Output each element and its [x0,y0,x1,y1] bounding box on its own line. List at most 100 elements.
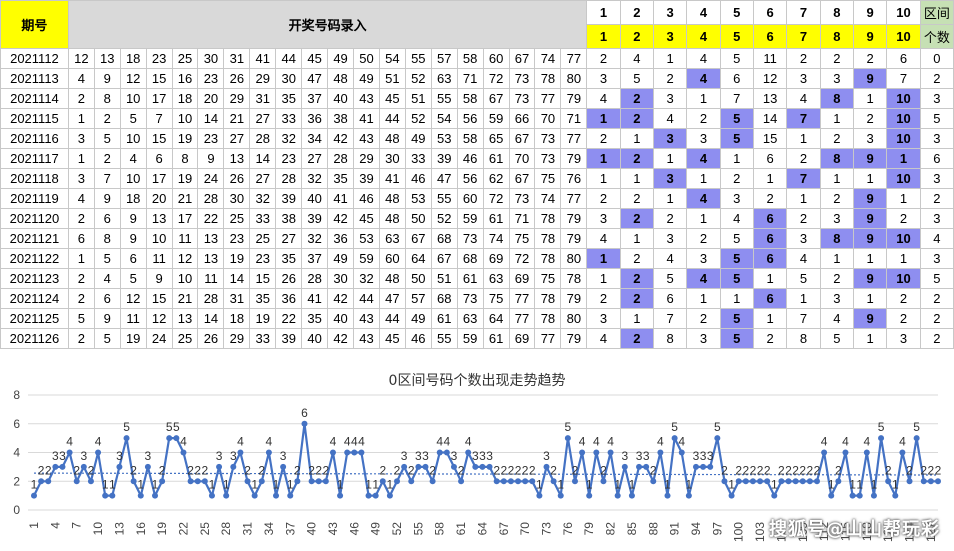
data-point[interactable] [301,420,308,427]
zone-cell[interactable]: 7 [786,308,821,329]
issue-cell[interactable]: 2021124 [0,288,69,309]
data-point[interactable] [52,463,59,470]
number-cell[interactable]: 5 [93,328,121,349]
data-point[interactable] [692,463,699,470]
number-cell[interactable]: 28 [197,288,225,309]
issue-cell[interactable]: 2021121 [0,228,69,249]
number-cell[interactable]: 39 [353,168,380,189]
number-cell[interactable]: 73 [508,188,536,209]
zone-cell[interactable]: 3 [886,328,921,349]
zone-cell[interactable]: 6 [886,48,921,69]
number-cell[interactable]: 13 [171,308,199,329]
count-cell[interactable]: 3 [919,208,954,229]
data-point[interactable] [835,478,842,485]
zone-cell[interactable]: 9 [852,188,888,209]
number-cell[interactable]: 21 [223,108,251,129]
zone-cell[interactable]: 4 [586,88,621,109]
zone-cell[interactable]: 2 [786,208,821,229]
number-cell[interactable]: 49 [327,248,355,269]
number-cell[interactable]: 73 [508,88,536,109]
number-cell[interactable]: 55 [430,88,458,109]
number-cell[interactable]: 60 [482,48,510,69]
zone-cell[interactable]: 1 [586,108,621,129]
number-cell[interactable]: 18 [119,188,147,209]
number-cell[interactable]: 26 [223,168,251,189]
number-cell[interactable]: 61 [456,268,484,289]
number-cell[interactable]: 75 [508,228,536,249]
number-cell[interactable]: 76 [560,168,588,189]
number-cell[interactable]: 20 [145,188,173,209]
zone-cell[interactable]: 5 [786,268,821,289]
number-cell[interactable]: 71 [560,108,588,129]
zone-cell[interactable]: 3 [686,328,721,349]
number-cell[interactable]: 1 [67,148,95,169]
zone-cell[interactable]: 3 [586,208,621,229]
zone-cell[interactable]: 3 [819,288,854,309]
number-cell[interactable]: 10 [119,168,147,189]
zone-cell[interactable]: 2 [886,208,921,229]
number-cell[interactable]: 12 [119,288,147,309]
data-point[interactable] [614,492,621,499]
number-cell[interactable]: 30 [197,48,225,69]
data-point[interactable] [515,478,522,485]
number-cell[interactable]: 42 [327,288,355,309]
number-cell[interactable]: 61 [482,208,510,229]
number-cell[interactable]: 5 [93,128,121,149]
number-cell[interactable]: 68 [430,288,458,309]
number-cell[interactable]: 47 [301,68,329,89]
data-point[interactable] [771,492,778,499]
number-cell[interactable]: 79 [560,228,588,249]
number-cell[interactable]: 18 [171,88,199,109]
data-point[interactable] [522,478,529,485]
number-cell[interactable]: 25 [171,328,199,349]
number-cell[interactable]: 21 [171,288,199,309]
number-cell[interactable]: 15 [249,268,277,289]
number-cell[interactable]: 37 [301,248,329,269]
data-point[interactable] [486,463,493,470]
number-cell[interactable]: 30 [327,268,355,289]
number-cell[interactable]: 49 [353,68,380,89]
number-cell[interactable]: 29 [353,148,380,169]
number-cell[interactable]: 80 [560,308,588,329]
number-cell[interactable]: 15 [145,128,173,149]
number-cell[interactable]: 52 [430,208,458,229]
data-point[interactable] [280,463,287,470]
number-cell[interactable]: 12 [145,308,173,329]
number-cell[interactable]: 8 [171,148,199,169]
number-cell[interactable]: 13 [93,48,121,69]
number-cell[interactable]: 49 [404,128,432,149]
data-point[interactable] [571,478,578,485]
zone-cell[interactable]: 2 [852,48,888,69]
number-cell[interactable]: 2 [67,208,95,229]
data-point[interactable] [579,449,586,456]
zone-cell[interactable]: 3 [686,248,721,269]
number-cell[interactable]: 28 [197,188,225,209]
zone-cell[interactable]: 4 [686,148,721,169]
number-cell[interactable]: 36 [275,288,303,309]
number-cell[interactable]: 63 [378,228,406,249]
data-point[interactable] [557,492,564,499]
zone-cell[interactable]: 5 [652,268,688,289]
data-point[interactable] [543,463,550,470]
zone-cell[interactable]: 5 [719,228,754,249]
zone-cell[interactable]: 1 [619,168,654,189]
zone-cell[interactable]: 2 [752,188,788,209]
number-cell[interactable]: 59 [353,248,380,269]
number-cell[interactable]: 25 [249,228,277,249]
number-cell[interactable]: 32 [301,168,329,189]
zone-cell[interactable]: 2 [686,228,721,249]
number-cell[interactable]: 32 [301,228,329,249]
data-point[interactable] [394,478,401,485]
zone-cell[interactable]: 3 [786,228,821,249]
zone-cell[interactable]: 14 [752,108,788,129]
data-point[interactable] [600,478,607,485]
number-cell[interactable]: 41 [378,168,406,189]
number-cell[interactable]: 35 [275,248,303,269]
zone-cell[interactable]: 9 [852,308,888,329]
count-header-top[interactable]: 区间 [919,0,954,25]
number-cell[interactable]: 59 [456,208,484,229]
number-cell[interactable]: 67 [508,168,536,189]
zone-header-4[interactable]: 4 [686,0,721,25]
number-cell[interactable]: 31 [223,288,251,309]
data-point[interactable] [785,478,792,485]
